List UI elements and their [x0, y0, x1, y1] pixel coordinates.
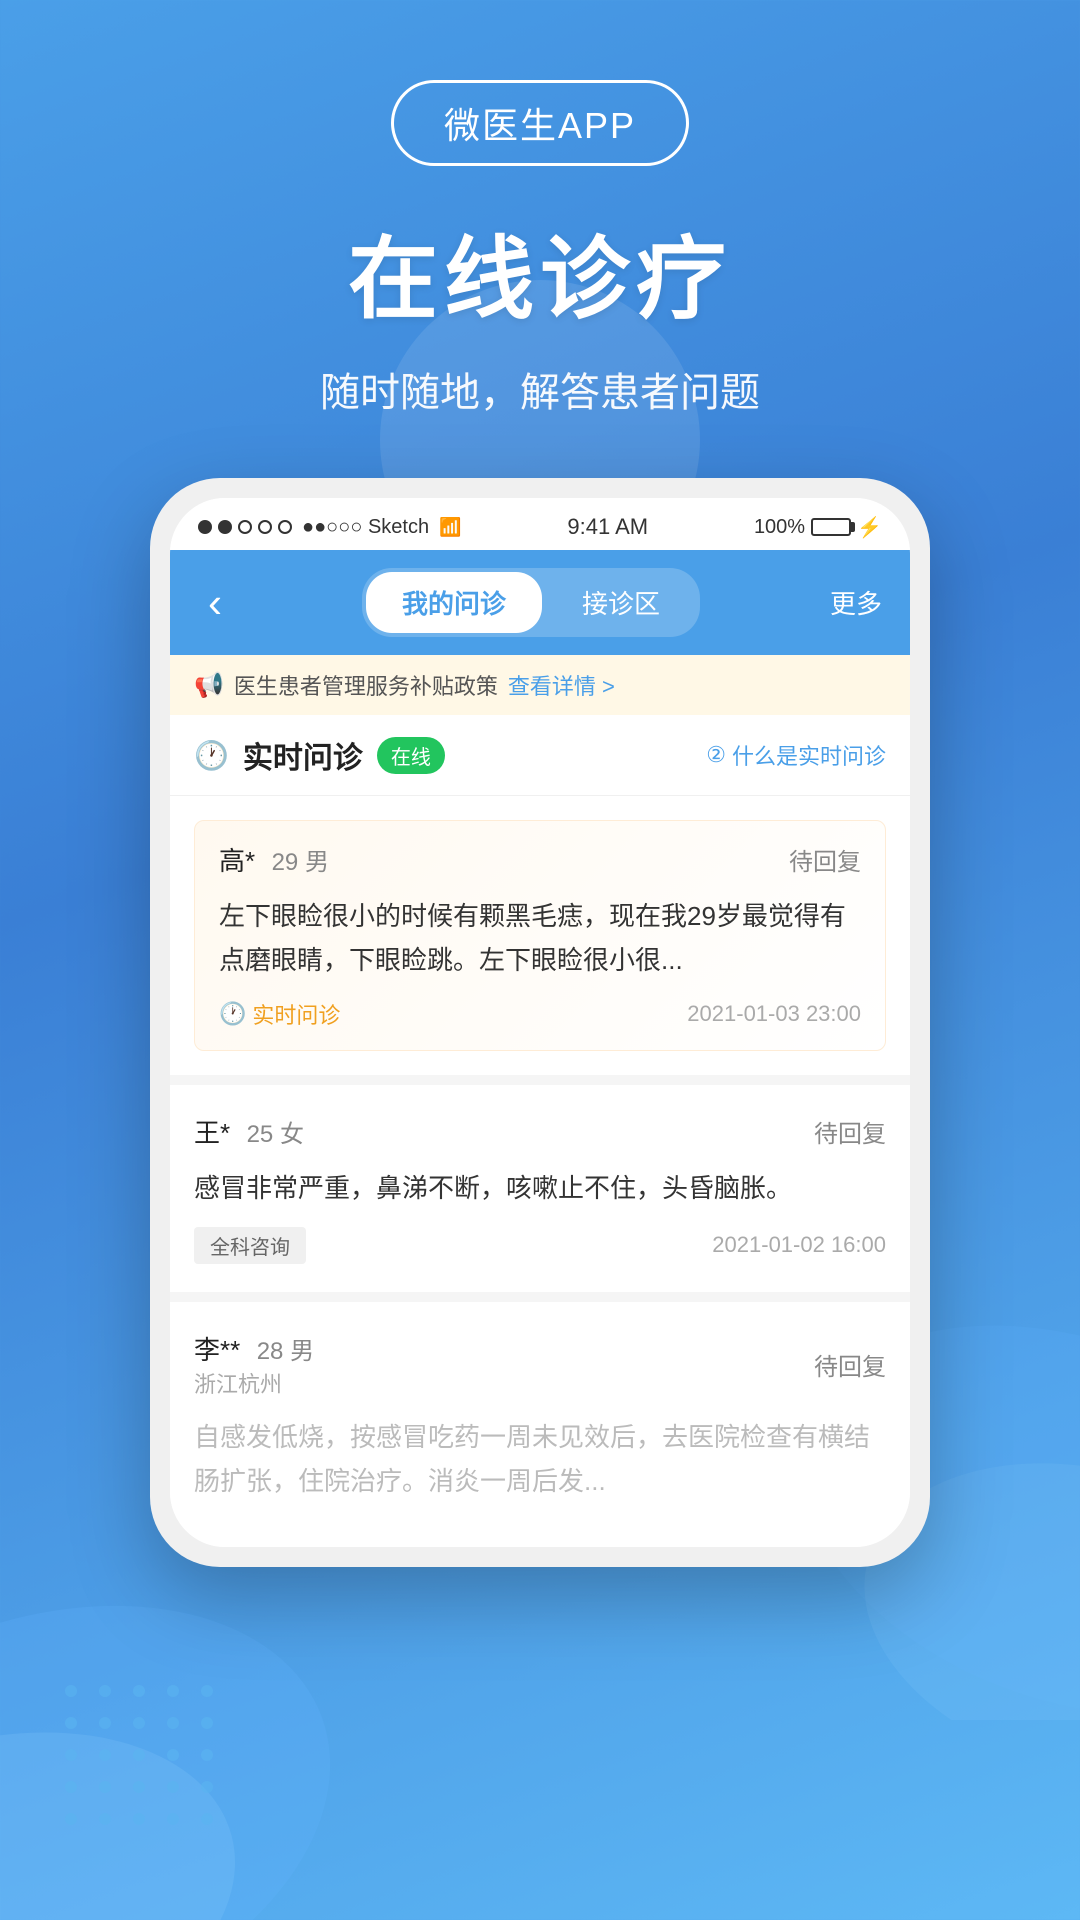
consult-card-2[interactable]: 王* 25 女 待回复 感冒非常严重，鼻涕不断，咳嗽止不住，头昏脑胀。 全科咨询…	[170, 1075, 910, 1291]
patient-age-3: 28 男	[257, 1338, 314, 1365]
dot-11	[65, 1749, 77, 1761]
patient-age-2: 25 女	[247, 1121, 304, 1148]
back-button[interactable]: ‹	[198, 579, 232, 627]
status-badge-1: 待回复	[789, 842, 861, 877]
online-badge: 在线	[377, 737, 445, 774]
consult-card-1[interactable]: 高* 29 男 待回复 左下眼睑很小的时候有颗黑毛痣，现在我29岁最觉得有点磨眼…	[170, 795, 910, 1075]
dot-9	[167, 1717, 179, 1729]
tag-clock-icon: 🕐	[219, 1001, 246, 1027]
card-footer-2: 全科咨询 2021-01-02 16:00	[194, 1227, 886, 1264]
nav-tabs: 我的问诊 接诊区	[362, 568, 700, 637]
signal-dot-1	[198, 520, 212, 534]
dot-10	[201, 1717, 213, 1729]
battery-bar	[811, 518, 851, 536]
tag-realtime-1: 🕐 实时问诊	[219, 998, 340, 1030]
signal-dot-3	[238, 520, 252, 534]
battery-percent: 100%	[754, 516, 805, 539]
status-bar: ●●○○○ Sketch 📶 9:41 AM 100% ⚡	[170, 498, 910, 550]
patient-row-3: 李** 28 男 浙江杭州 待回复	[194, 1330, 886, 1399]
consult-card-3[interactable]: 李** 28 男 浙江杭州 待回复 自感发低烧，按感冒吃药一周未见效后，去医院检…	[170, 1292, 910, 1547]
patient-info-3: 李** 28 男 浙江杭州	[194, 1330, 314, 1399]
nav-bar: ‹ 我的问诊 接诊区 更多	[170, 550, 910, 655]
phone-inner: ●●○○○ Sketch 📶 9:41 AM 100% ⚡ ‹ 我的问诊 接诊区…	[170, 498, 910, 1547]
dot-2	[99, 1685, 111, 1697]
notice-link[interactable]: 查看详情 >	[508, 669, 615, 701]
dot-19	[167, 1781, 179, 1793]
card-footer-1: 🕐 实时问诊 2021-01-03 23:00	[219, 998, 861, 1030]
app-badge: 微医生APP	[391, 80, 689, 166]
signal-dot-2	[218, 520, 232, 534]
signal-dot-5	[278, 520, 292, 534]
dot-14	[167, 1749, 179, 1761]
dot-17	[99, 1781, 111, 1793]
sub-title: 随时随地，解答患者问题	[0, 360, 1080, 418]
patient-info-1: 高* 29 男	[219, 841, 329, 878]
dot-3	[133, 1685, 145, 1697]
dot-1	[65, 1685, 77, 1697]
status-left: ●●○○○ Sketch 📶	[198, 516, 462, 539]
realtime-clock-icon: 🕐	[194, 739, 229, 772]
patient-age-1: 29 男	[272, 849, 329, 876]
dot-23	[133, 1813, 145, 1825]
patient-name-1: 高*	[219, 846, 255, 876]
card-time-2: 2021-01-02 16:00	[712, 1232, 886, 1258]
dot-16	[65, 1781, 77, 1793]
status-badge-2: 待回复	[814, 1114, 886, 1149]
card-highlight-1: 高* 29 男 待回复 左下眼睑很小的时候有颗黑毛痣，现在我29岁最觉得有点磨眼…	[194, 820, 886, 1051]
section-header: 🕐 实时问诊 在线 ② 什么是实时问诊	[170, 715, 910, 795]
patient-location-3: 浙江杭州	[194, 1367, 314, 1399]
main-title: 在线诊疗	[0, 206, 1080, 336]
status-right: 100% ⚡	[754, 515, 882, 540]
notice-banner: 📢 医生患者管理服务补贴政策 查看详情 >	[170, 655, 910, 715]
wifi-icon: 📶	[439, 517, 461, 538]
patient-name-3: 李**	[194, 1335, 240, 1365]
dot-21	[65, 1813, 77, 1825]
dot-15	[201, 1749, 213, 1761]
patient-row-1: 高* 29 男 待回复	[219, 841, 861, 878]
dot-6	[65, 1717, 77, 1729]
dot-12	[99, 1749, 111, 1761]
dot-24	[167, 1813, 179, 1825]
top-section: 微医生APP 在线诊疗 随时随地，解答患者问题	[0, 0, 1080, 418]
dot-5	[201, 1685, 213, 1697]
status-badge-3: 待回复	[814, 1347, 886, 1382]
card-content-1: 左下眼睑很小的时候有颗黑毛痣，现在我29岁最觉得有点磨眼睛，下眼睑跳。左下眼睑很…	[219, 894, 861, 982]
signal-dot-4	[258, 520, 272, 534]
dot-8	[133, 1717, 145, 1729]
phone-mockup: ●●○○○ Sketch 📶 9:41 AM 100% ⚡ ‹ 我的问诊 接诊区…	[150, 478, 930, 1567]
dot-13	[133, 1749, 145, 1761]
carrier-name: ●●○○○ Sketch	[302, 516, 429, 539]
help-text: 什么是实时问诊	[732, 739, 886, 771]
dot-4	[167, 1685, 179, 1697]
dot-20	[201, 1781, 213, 1793]
tab-reception[interactable]: 接诊区	[546, 572, 696, 633]
section-title: 实时问诊	[243, 733, 363, 777]
dots-grid	[60, 1680, 220, 1830]
tab-my-consult[interactable]: 我的问诊	[366, 572, 542, 633]
more-button[interactable]: 更多	[830, 584, 882, 621]
tag-general-2: 全科咨询	[194, 1227, 306, 1264]
section-title-left: 🕐 实时问诊 在线	[194, 733, 445, 777]
dot-18	[133, 1781, 145, 1793]
dot-7	[99, 1717, 111, 1729]
help-icon: ②	[706, 742, 726, 768]
patient-name-location: 李** 28 男	[194, 1330, 314, 1367]
card-time-1: 2021-01-03 23:00	[687, 1001, 861, 1027]
section-help[interactable]: ② 什么是实时问诊	[706, 739, 886, 771]
patient-row-2: 王* 25 女 待回复	[194, 1113, 886, 1150]
dot-22	[99, 1813, 111, 1825]
card-content-2: 感冒非常严重，鼻涕不断，咳嗽止不住，头昏脑胀。	[194, 1166, 886, 1210]
patient-info-2: 王* 25 女	[194, 1113, 304, 1150]
tag-realtime-text: 实时问诊	[252, 998, 340, 1030]
lightning-icon: ⚡	[857, 515, 882, 540]
notice-icon: 📢	[194, 671, 224, 700]
clock-display: 9:41 AM	[567, 514, 648, 540]
patient-name-2: 王*	[194, 1118, 230, 1148]
dot-25	[201, 1813, 213, 1825]
card-content-3: 自感发低烧，按感冒吃药一周未见效后，去医院检查有横结肠扩张，住院治疗。消炎一周后…	[194, 1415, 886, 1503]
notice-text: 医生患者管理服务补贴政策	[234, 669, 498, 701]
